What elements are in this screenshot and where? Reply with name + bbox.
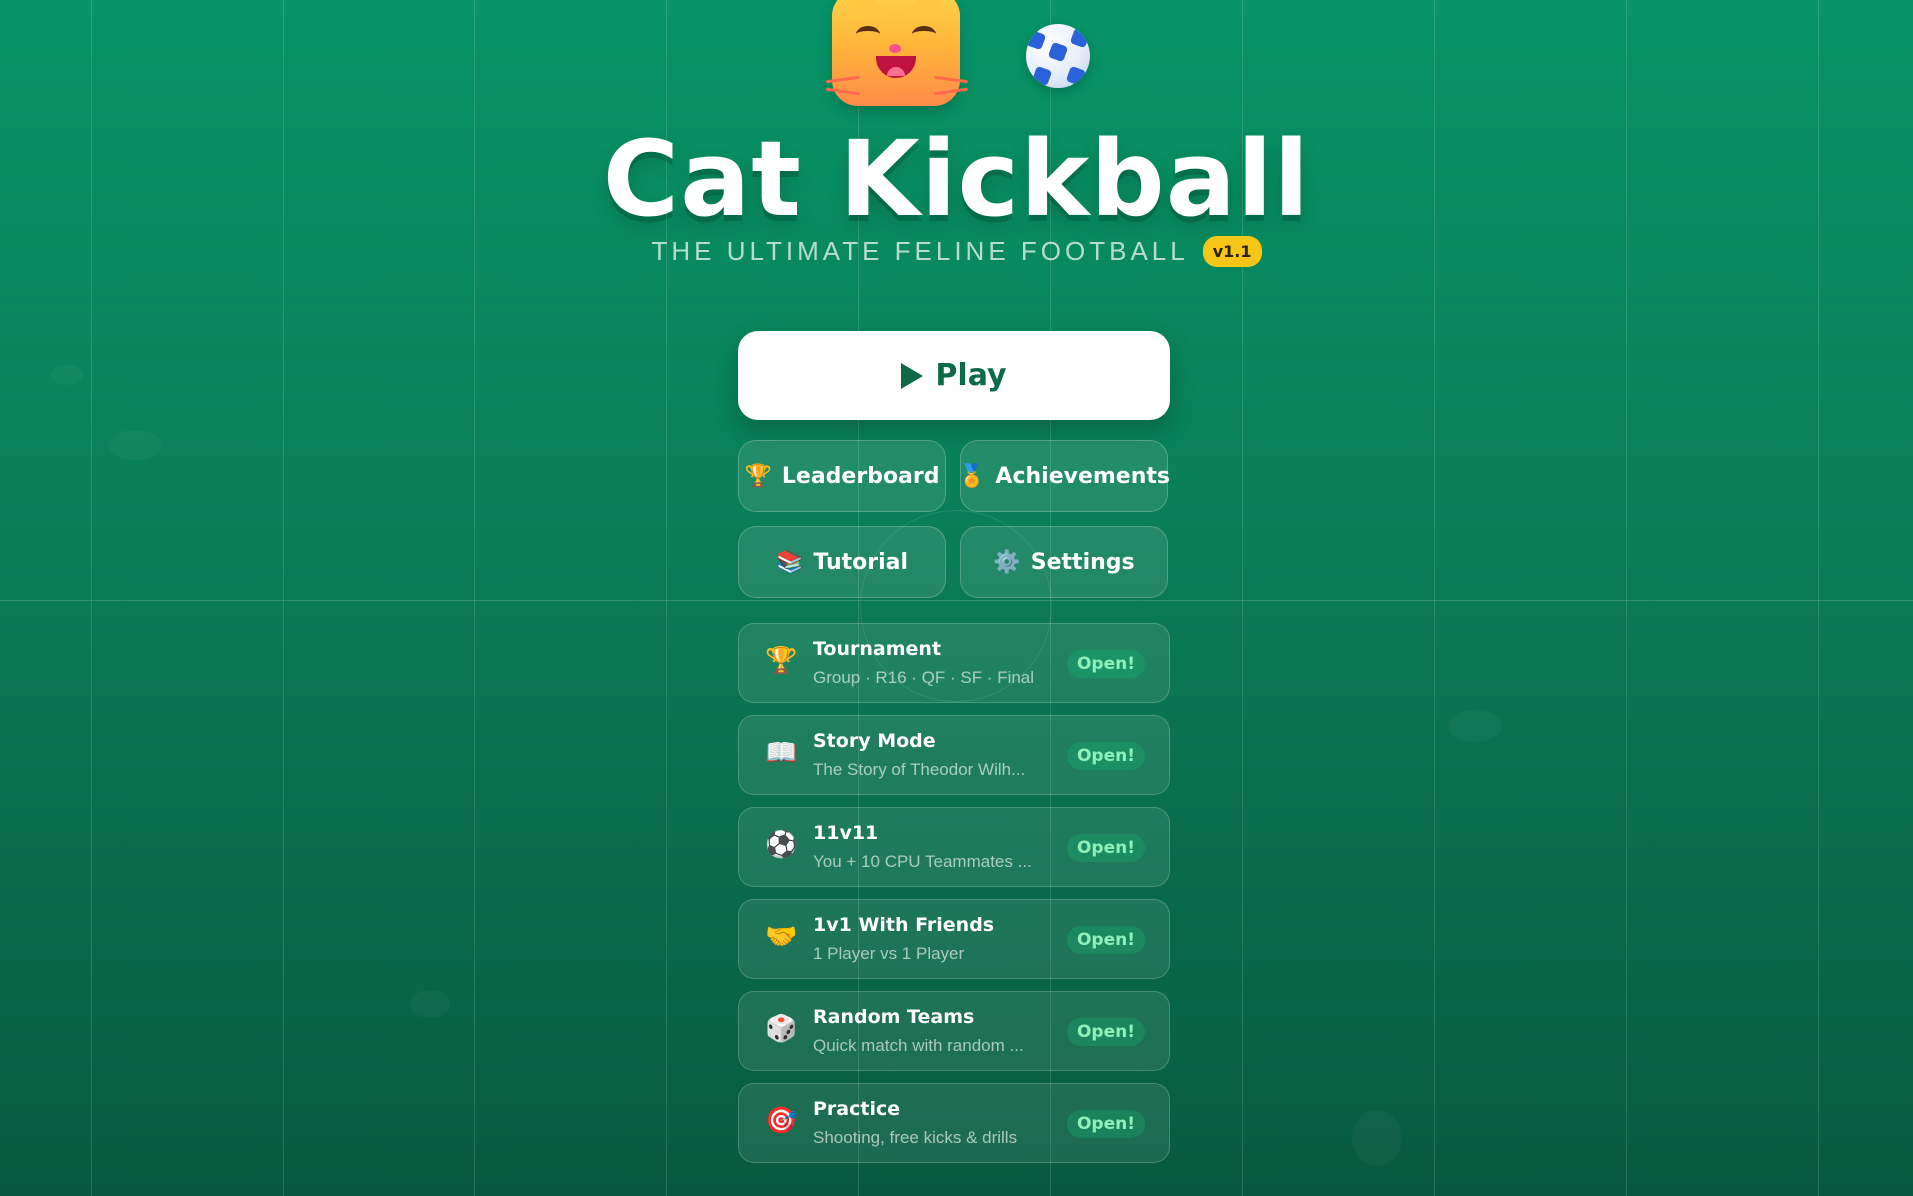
- open-badge: Open!: [1066, 1018, 1145, 1046]
- settings-button[interactable]: ⚙️ Settings: [960, 526, 1168, 598]
- open-badge: Open!: [1066, 926, 1145, 954]
- open-badge: Open!: [1066, 834, 1145, 862]
- medal-icon: 🏅: [958, 463, 986, 489]
- game-subtitle: THE ULTIMATE FELINE FOOTBALL: [651, 236, 1189, 266]
- dice-icon: 🎲: [765, 1014, 798, 1044]
- decorative-blob: [410, 990, 450, 1018]
- achievements-button[interactable]: 🏅 Achievements: [958, 440, 1170, 512]
- mode-title: Tournament: [813, 638, 942, 660]
- soccer-ball-icon: ⚽: [765, 830, 798, 860]
- gear-icon: ⚙️: [993, 549, 1021, 575]
- handshake-icon: 🤝: [765, 922, 798, 952]
- open-book-icon: 📖: [765, 738, 798, 768]
- mode-1v1-friends[interactable]: 🤝 1v1 With Friends 1 Player vs 1 Player …: [738, 899, 1170, 979]
- mode-title: Practice: [813, 1098, 901, 1120]
- decorative-blob: [108, 430, 162, 460]
- mode-title: Random Teams: [813, 1006, 975, 1028]
- soccer-ball-icon: [1026, 24, 1090, 88]
- ball-patch: [1031, 65, 1053, 87]
- settings-label: Settings: [1030, 549, 1135, 575]
- mode-tournament[interactable]: 🏆 Tournament Group · R16 · QF · SF · Fin…: [738, 623, 1170, 703]
- cat-face-icon: [832, 0, 960, 106]
- play-button-label: Play: [935, 358, 1007, 393]
- mode-description: You + 10 CPU Teammates ...: [813, 852, 1032, 871]
- open-badge: Open!: [1066, 1110, 1145, 1138]
- cat-eye: [856, 26, 880, 43]
- trophy-icon: 🏆: [765, 646, 798, 676]
- ball-patch: [1065, 65, 1087, 87]
- game-title: Cat Kickball: [602, 118, 1311, 240]
- ball-patch: [1026, 29, 1047, 51]
- cat-ear: [838, 0, 886, 20]
- achievements-label: Achievements: [995, 463, 1170, 489]
- mode-title: Story Mode: [813, 730, 936, 752]
- tutorial-button[interactable]: 📚 Tutorial: [738, 526, 946, 598]
- mode-description: Shooting, free kicks & drills: [813, 1128, 1018, 1147]
- mode-practice[interactable]: 🎯 Practice Shooting, free kicks & drills…: [738, 1083, 1170, 1163]
- play-triangle-icon: [901, 362, 924, 389]
- ball-patch: [1069, 27, 1090, 49]
- mode-11v11[interactable]: ⚽ 11v11 You + 10 CPU Teammates ... Open!: [738, 807, 1170, 887]
- decorative-blob: [50, 365, 84, 385]
- ball-patch: [1047, 41, 1069, 63]
- subtitle-row: THE ULTIMATE FELINE FOOTBALL v1.1: [0, 236, 1913, 267]
- open-badge: Open!: [1066, 742, 1145, 770]
- mode-description: Quick match with random ...: [813, 1036, 1024, 1055]
- mode-random-teams[interactable]: 🎲 Random Teams Quick match with random .…: [738, 991, 1170, 1071]
- books-icon: 📚: [775, 549, 804, 575]
- cat-mouth: [876, 56, 916, 78]
- open-badge: Open!: [1066, 650, 1145, 678]
- decorative-blob: [1448, 710, 1502, 742]
- mode-description: The Story of Theodor Wilh...: [813, 760, 1026, 779]
- trophy-icon: 🏆: [744, 463, 772, 489]
- cat-eye: [912, 26, 936, 43]
- tutorial-label: Tutorial: [813, 549, 909, 575]
- mode-title: 11v11: [813, 822, 879, 844]
- version-badge: v1.1: [1202, 236, 1262, 267]
- cat-nose: [889, 44, 901, 53]
- leaderboard-label: Leaderboard: [781, 463, 940, 489]
- target-icon: 🎯: [765, 1106, 798, 1136]
- mode-title: 1v1 With Friends: [813, 914, 995, 936]
- play-button[interactable]: Play: [738, 331, 1170, 420]
- decorative-blob: [1352, 1110, 1402, 1166]
- mode-description: 1 Player vs 1 Player: [813, 944, 965, 963]
- mode-story[interactable]: 📖 Story Mode The Story of Theodor Wilh..…: [738, 715, 1170, 795]
- mode-description: Group · R16 · QF · SF · Final: [813, 668, 1035, 687]
- leaderboard-button[interactable]: 🏆 Leaderboard: [738, 440, 946, 512]
- cat-ear: [906, 0, 954, 20]
